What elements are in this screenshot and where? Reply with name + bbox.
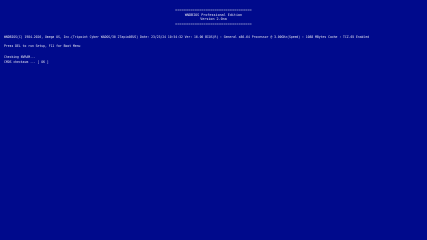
cmos-checksum-line: CMOS checksum ... [ OK ] xyxy=(4,59,49,64)
banner-rule-bottom: =================================== xyxy=(175,21,252,26)
bios-screen: =================================== WNDB… xyxy=(0,0,427,240)
setup-prompt: Press DEL to run Setup, F11 for Boot Men… xyxy=(4,44,81,48)
system-info-line: WNDBIOS(C) 1984-2026, Omega OS, Inc.(Tri… xyxy=(4,34,370,39)
nvram-check-line: Checking NVRAM... xyxy=(4,54,36,59)
